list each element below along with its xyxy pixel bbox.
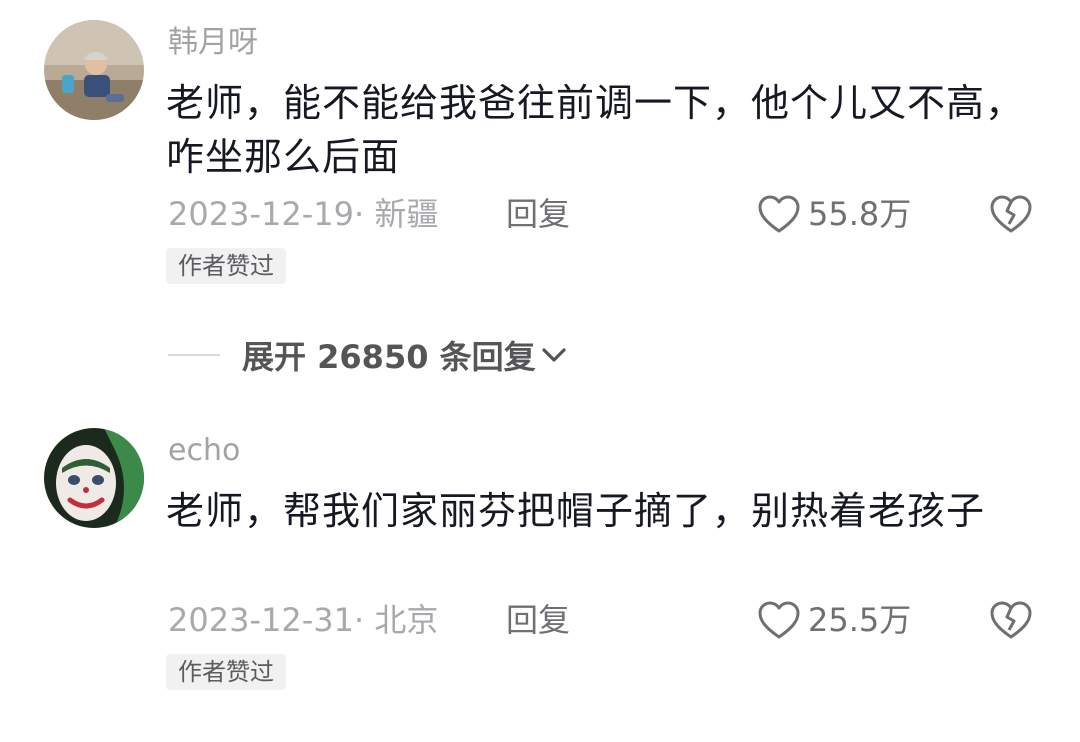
reply-button[interactable]: 回复 bbox=[506, 598, 570, 642]
like-count: 25.5万 bbox=[808, 601, 912, 639]
like-button[interactable]: 25.5万 bbox=[756, 598, 911, 642]
user-avatar[interactable] bbox=[44, 428, 144, 528]
chevron-down-icon bbox=[542, 348, 566, 362]
comment-meta-row: 2023-12-31· 北京 回复 25.5万 bbox=[168, 598, 1048, 642]
comment-text: 老师，帮我们家丽芬把帽子摘了，别热着老孩子 bbox=[166, 489, 986, 533]
user-avatar[interactable] bbox=[44, 20, 144, 120]
child-photo-avatar-icon bbox=[44, 20, 144, 120]
expand-divider-line bbox=[168, 354, 220, 356]
like-count: 55.8万 bbox=[808, 195, 912, 233]
joker-face-avatar-icon bbox=[44, 428, 144, 528]
heart-outline-icon bbox=[758, 195, 800, 233]
comment-date-location: 2023-12-19· 新疆 bbox=[168, 195, 439, 233]
author-liked-badge: 作者赞过 bbox=[166, 654, 286, 690]
comment-username[interactable]: 韩月呀 bbox=[168, 24, 258, 62]
reply-button[interactable]: 回复 bbox=[506, 192, 570, 236]
expand-replies-button[interactable]: 展开 26850 条回复 bbox=[168, 330, 568, 380]
expand-replies-label: 展开 26850 条回复 bbox=[242, 338, 536, 376]
author-liked-badge: 作者赞过 bbox=[166, 248, 286, 284]
comment-meta-row: 2023-12-19· 新疆 回复 55.8万 bbox=[168, 192, 1048, 236]
comment-date-location: 2023-12-31· 北京 bbox=[168, 601, 439, 639]
heart-outline-icon bbox=[758, 601, 800, 639]
dislike-button[interactable] bbox=[988, 598, 1034, 642]
like-button[interactable]: 55.8万 bbox=[756, 192, 911, 236]
comment-username[interactable]: echo bbox=[168, 432, 240, 470]
broken-heart-icon bbox=[990, 195, 1032, 233]
broken-heart-icon bbox=[990, 601, 1032, 639]
comment-text: 老师，能不能给我爸往前调一下，他个儿又不高，咋坐那么后面 bbox=[166, 81, 1025, 179]
dislike-button[interactable] bbox=[988, 192, 1034, 236]
